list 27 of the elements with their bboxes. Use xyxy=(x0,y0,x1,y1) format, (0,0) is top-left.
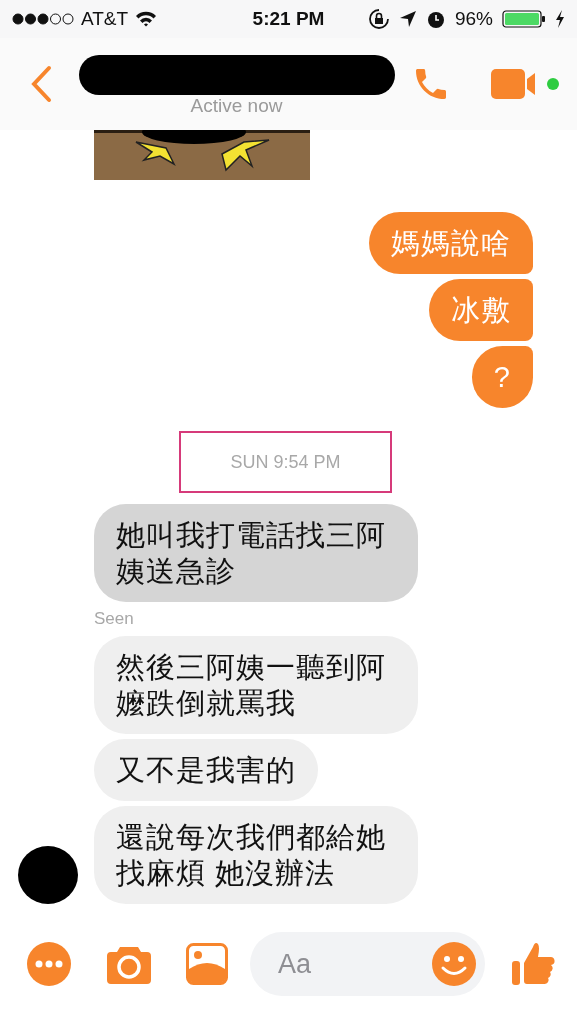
received-message: 還說每次我們都給她找麻煩 她沒辦法 xyxy=(94,806,418,904)
message-input[interactable]: Aa xyxy=(276,947,431,981)
received-message: 她叫我打電話找三阿姨送急診 xyxy=(94,504,418,602)
received-message: 然後三阿姨一聽到阿嬤跌倒就罵我 xyxy=(94,636,418,734)
charging-icon xyxy=(555,10,565,28)
seen-label: Seen xyxy=(94,609,135,629)
signal-icon xyxy=(12,13,74,25)
like-button[interactable] xyxy=(511,941,555,987)
rotation-lock-icon xyxy=(367,8,390,30)
battery-icon xyxy=(502,10,546,28)
sent-message: 冰敷 xyxy=(429,279,533,341)
alarm-icon xyxy=(425,9,446,29)
message-field[interactable]: Aa xyxy=(250,932,485,996)
timestamp: SUN 9:54 PM xyxy=(230,451,341,473)
wifi-icon xyxy=(135,11,158,27)
sent-message: ? xyxy=(471,346,533,408)
clock: 5:21 PM xyxy=(252,8,325,30)
more-button[interactable] xyxy=(26,941,72,987)
active-status: Active now xyxy=(190,95,283,117)
battery-percentage: 96% xyxy=(454,8,493,30)
carrier: AT&T xyxy=(81,8,129,30)
gallery-button[interactable] xyxy=(186,943,228,985)
emoji-button[interactable] xyxy=(431,941,477,987)
back-button[interactable] xyxy=(30,65,52,103)
sent-message: 媽媽說啥 xyxy=(369,212,533,274)
received-message: 又不是我害的 xyxy=(94,739,318,801)
location-icon xyxy=(398,10,417,28)
